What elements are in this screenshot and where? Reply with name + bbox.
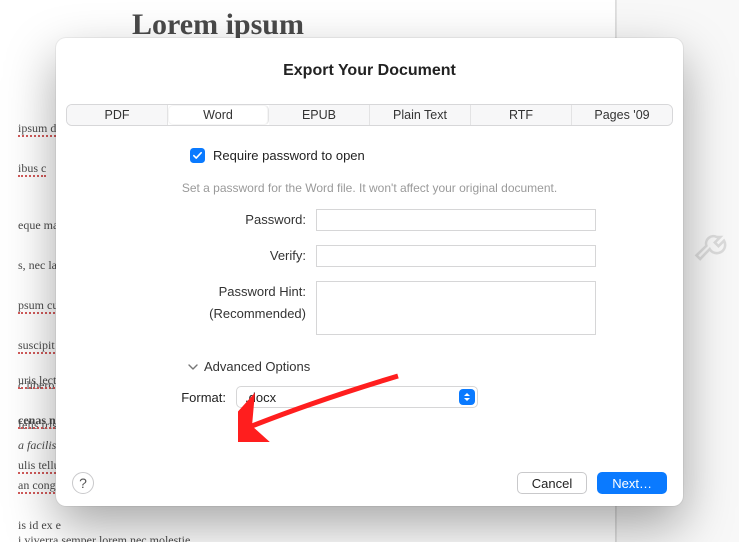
doc-title: Lorem ipsum (132, 8, 304, 42)
verify-label: Verify: (96, 245, 316, 267)
verify-field[interactable] (316, 245, 596, 267)
format-label: Format: (136, 390, 236, 405)
require-password-label: Require password to open (213, 148, 365, 163)
advanced-options-toggle[interactable]: Advanced Options (188, 359, 643, 374)
wrench-icon (691, 226, 735, 270)
tab-epub[interactable]: EPUB (269, 105, 370, 125)
tab-word[interactable]: Word (168, 105, 269, 125)
chevron-down-icon (188, 362, 198, 372)
hint-label: Password Hint: (Recommended) (96, 281, 316, 325)
password-field[interactable] (316, 209, 596, 231)
tab-pdf[interactable]: PDF (67, 105, 168, 125)
doc-fragment: psum cu (18, 298, 58, 314)
stepper-icon (459, 389, 475, 405)
format-tabs: PDF Word EPUB Plain Text RTF Pages '09 (66, 104, 673, 126)
format-value: .docx (245, 390, 276, 405)
hint-field[interactable] (316, 281, 596, 335)
doc-fragment: i viverra semper lorem nec molestie. (18, 533, 193, 542)
checkmark-icon (192, 150, 203, 161)
password-label: Password: (96, 209, 316, 231)
tab-rtf[interactable]: RTF (471, 105, 572, 125)
tab-plain-text[interactable]: Plain Text (370, 105, 471, 125)
require-password-checkbox[interactable] (190, 148, 205, 163)
tab-pages09[interactable]: Pages '09 (572, 105, 672, 125)
password-subtext: Set a password for the Word file. It won… (96, 181, 643, 195)
help-button[interactable]: ? (72, 472, 94, 494)
advanced-options-label: Advanced Options (204, 359, 310, 374)
dialog-title: Export Your Document (56, 62, 683, 80)
format-select[interactable]: .docx (236, 386, 478, 408)
export-dialog: Export Your Document PDF Word EPUB Plain… (56, 38, 683, 506)
next-button[interactable]: Next… (597, 472, 667, 494)
cancel-button[interactable]: Cancel (517, 472, 587, 494)
doc-fragment: ibus c (18, 161, 46, 177)
